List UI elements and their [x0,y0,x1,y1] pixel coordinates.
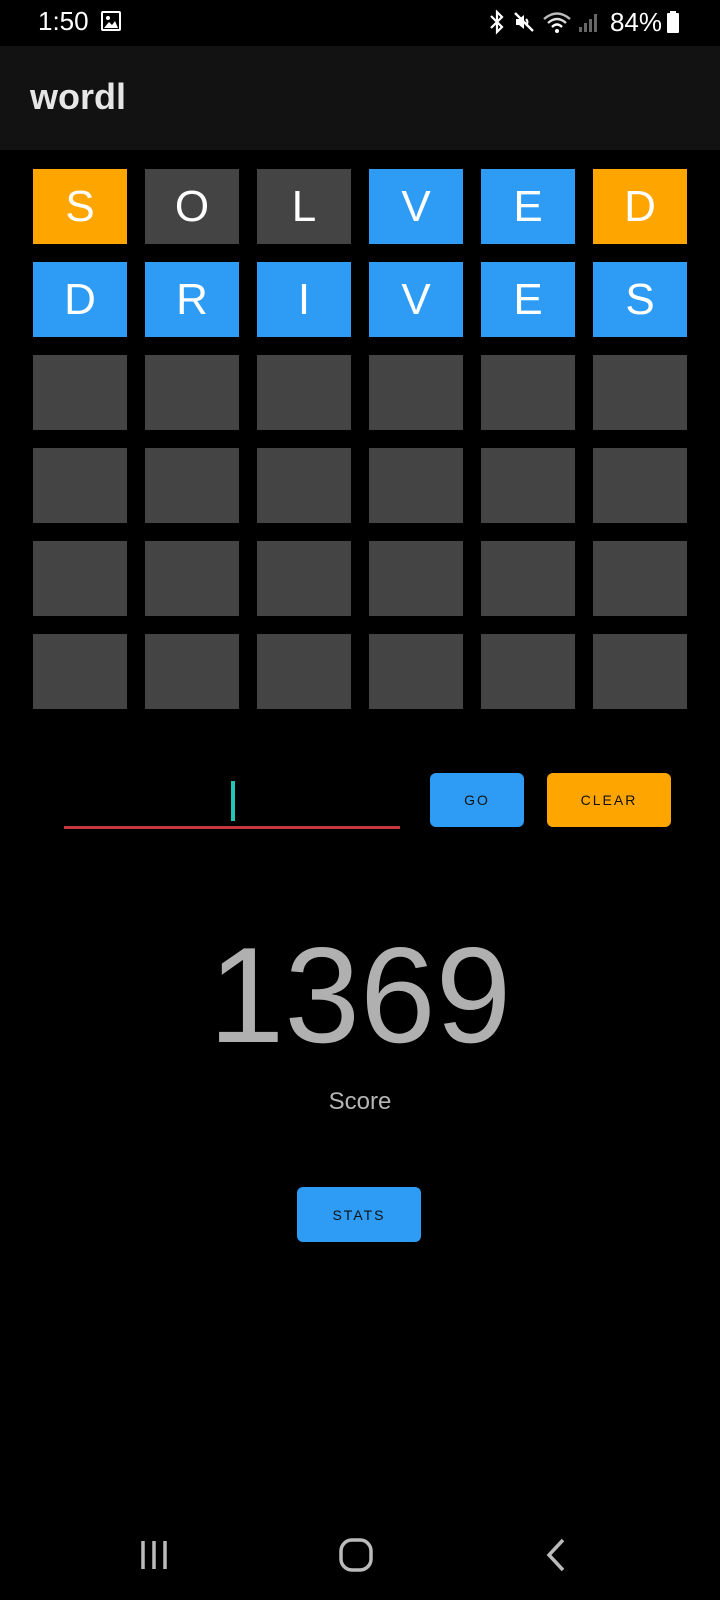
battery-icon [667,11,679,33]
letter-grid: SOLVEDDRIVES [33,169,689,727]
letter-tile [593,541,687,616]
grid-row [33,541,689,616]
letter-tile [369,355,463,430]
letter-tile: D [593,169,687,244]
letter-tile: O [145,169,239,244]
image-icon [101,11,121,31]
letter-tile: V [369,262,463,337]
nav-bar [0,1500,720,1600]
grid-row [33,448,689,523]
letter-tile: D [33,262,127,337]
letter-tile [369,448,463,523]
grid-row: SOLVED [33,169,689,244]
letter-tile: R [145,262,239,337]
app-bar: wordl [0,46,720,150]
recents-icon [141,1541,167,1569]
letter-tile: S [33,169,127,244]
go-button[interactable]: GO [430,773,524,827]
letter-tile [257,541,351,616]
score-value: 1369 [208,919,512,1071]
letter-tile [481,634,575,709]
letter-tile [33,541,127,616]
letter-tile [481,355,575,430]
back-button[interactable] [527,1530,587,1580]
score-label: Score [328,1088,392,1115]
home-button[interactable] [326,1530,386,1580]
app-title: wordl [30,76,126,117]
letter-tile [145,355,239,430]
letter-tile [481,541,575,616]
letter-tile [257,634,351,709]
screen: 1:50 84% wordl S O L V E D D R I V E S G… [0,0,720,1600]
letter-tile: E [481,262,575,337]
stats-button[interactable]: STATS [297,1187,421,1242]
letter-tile [33,355,127,430]
grid-row [33,634,689,709]
letter-tile: V [369,169,463,244]
letter-tile: I [257,262,351,337]
letter-tile [593,355,687,430]
letter-tile [145,448,239,523]
letter-tile [145,541,239,616]
grid-row: DRIVES [33,262,689,337]
status-icons: 84% [488,6,680,38]
letter-tile [369,541,463,616]
letter-tile [481,448,575,523]
recents-button[interactable] [125,1530,185,1580]
guess-input-wrap [64,776,400,830]
letter-tile: E [481,169,575,244]
letter-tile [593,448,687,523]
status-bar: 1:50 84% [0,0,720,46]
clear-button[interactable]: CLEAR [547,773,671,827]
battery-percent: 84% [609,6,662,37]
letter-tile: S [593,262,687,337]
back-icon [546,1538,565,1572]
status-time: 1:50 [38,6,89,36]
letter-tile [33,448,127,523]
mute-icon [514,12,534,32]
letter-tile: L [257,169,351,244]
letter-tile [593,634,687,709]
home-icon [339,1538,373,1572]
letter-tile [257,448,351,523]
signal-icon [578,14,597,32]
bluetooth-icon [490,9,504,35]
letter-tile [33,634,127,709]
letter-tile [145,634,239,709]
letter-tile [257,355,351,430]
letter-tile [369,634,463,709]
wifi-icon [543,12,571,33]
text-caret [231,781,235,821]
grid-row [33,355,689,430]
